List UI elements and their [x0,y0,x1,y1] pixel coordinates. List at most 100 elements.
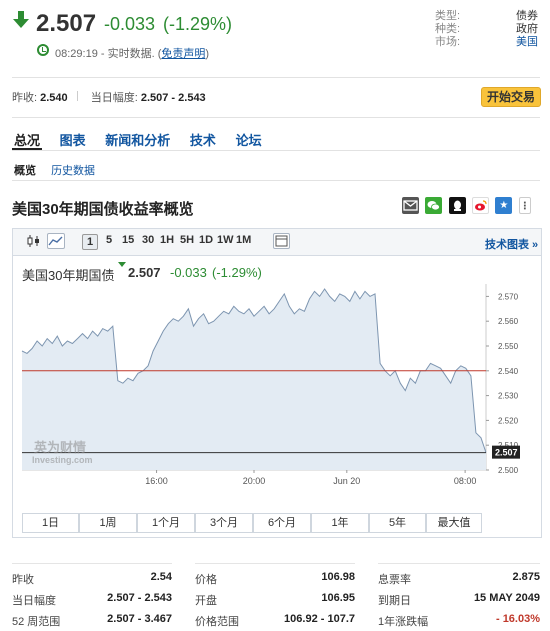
quote-time: 08:29:19 [55,48,98,60]
x-tick-label: 16:00 [145,476,168,486]
x-tick-label: 20:00 [243,476,266,486]
quote-change-percent: (-1.29%) [163,14,233,34]
range-selector: 1日 1周 1个月 3个月 6个月 1年 5年 最大值 [22,513,482,533]
range-5y[interactable]: 5年 [369,513,426,533]
tab-forum[interactable]: 论坛 [236,130,262,149]
interval-1w[interactable]: 1W [217,234,234,246]
stat-label: 当日幅度 [12,595,56,607]
stat-label: 1年涨跌幅 [378,616,429,628]
qq-icon[interactable] [448,197,466,214]
price-chart[interactable]: 2.5702.5602.5502.5402.5302.5202.5102.500… [20,280,538,490]
stat-value: - 16.03% [495,613,540,625]
quote-time-close: ) [205,48,210,60]
chart-last-price: 2.507 [128,265,161,280]
watermark-en: Investing.com [32,455,93,465]
stat-label: 昨收 [12,574,34,586]
advanced-chart-link[interactable]: 技术图表 » [485,236,538,252]
interval-1m[interactable]: 1M [236,234,251,246]
interval-1h[interactable]: 1H [160,234,174,246]
x-tick-label: 08:00 [454,476,477,486]
range-1y[interactable]: 1年 [311,513,369,533]
range-1d[interactable]: 1日 [22,513,79,533]
meta-market-label: 市场: [435,36,461,48]
stat-label: 开盘 [195,595,217,607]
x-tick-label: Jun 20 [333,476,360,486]
subtab-overview[interactable]: 概览 [14,162,36,178]
quote-change: -0.033 [104,14,156,34]
disclaimer-link[interactable]: 免责声明 [161,48,205,60]
stat-value: 106.95 [321,592,355,604]
stats-divider [12,563,172,564]
tab-overview[interactable]: 总况 [14,130,40,149]
stat-value: 2.507 - 3.467 [107,613,172,625]
range-3m[interactable]: 3个月 [195,513,253,533]
y-tick-label: 2.540 [498,367,519,376]
start-trading-button[interactable]: 开始交易 [481,87,541,107]
tab-news-analysis[interactable]: 新闻和分析 [105,130,170,149]
section-title: 美国30年期国债收益率概览 [12,201,194,218]
y-tick-label: 2.520 [498,416,519,425]
more-options-icon[interactable]: ⋮ [518,197,531,214]
stat-label: 52 周范围 [12,616,61,628]
divider [12,77,540,78]
interval-1d[interactable]: 1D [199,234,213,246]
stat-label: 息票率 [378,574,411,586]
stats-divider [195,563,355,564]
interval-15[interactable]: 15 [122,234,134,246]
stat-value: 106.98 [321,571,355,583]
tab-technical[interactable]: 技术 [190,130,216,149]
divider [12,180,540,181]
stat-value: 2.507 - 2.543 [107,592,172,604]
line-chart-icon[interactable] [47,233,65,249]
range-max[interactable]: 最大值 [426,513,482,533]
candlestick-icon[interactable] [26,233,42,249]
stat-label: 到期日 [378,595,411,607]
email-icon[interactable] [402,197,419,214]
chart-change: -0.033 [170,265,207,280]
chart-settings-icon[interactable] [273,233,290,249]
stat-value: 106.92 - 107.7 [284,613,355,625]
prev-close-row: 昨收: 2.540 当日幅度: 2.507 - 2.543 [12,89,206,105]
prev-close-label: 昨收: [12,92,38,104]
stat-label: 价格范围 [195,616,239,628]
stat-value: 15 MAY 2049 [473,592,540,604]
stat-value: 2.54 [150,571,172,583]
clock-icon [37,44,49,56]
stat-label: 价格 [195,574,217,586]
y-tick-label: 2.570 [498,292,519,301]
prev-close-value: 2.540 [40,92,68,104]
range-1w[interactable]: 1周 [79,513,137,533]
sub-tabs: 概览 历史数据 [14,162,107,178]
meta-market-link[interactable]: 美国 [516,33,538,49]
watermark-cn: 英为财情 [33,440,86,456]
weibo-icon[interactable] [472,197,490,214]
y-tick-label: 2.550 [498,342,519,351]
down-arrow-icon [13,11,29,28]
y-tick-label: 2.500 [498,466,519,475]
last-price-label: 2.507 [495,448,518,458]
y-tick-label: 2.530 [498,392,519,401]
range-1m[interactable]: 1个月 [137,513,195,533]
range-6m[interactable]: 6个月 [253,513,311,533]
down-triangle-icon [118,262,126,267]
interval-1[interactable]: 1 [82,234,99,250]
y-tick-label: 2.560 [498,317,519,326]
divider [12,117,540,118]
quote-time-note: - 实时数据. ( [100,48,162,60]
wechat-icon[interactable] [425,197,443,214]
interval-5h[interactable]: 5H [180,234,194,246]
day-range-label: 当日幅度: [90,92,138,104]
quote-time-line: 08:29:19 - 实时数据. (免责声明) [55,45,209,61]
day-range-value: 2.507 - 2.543 [140,92,206,104]
share-icons: ★ ⋮ [402,197,534,214]
stats-divider [378,563,540,564]
stat-value: 2.875 [512,571,540,583]
tab-charts[interactable]: 图表 [60,130,86,149]
main-tabs: 总况 图表 新闻和分析 技术 论坛 [14,130,278,149]
interval-30[interactable]: 30 [142,234,154,246]
quote-last-price: 2.507 [36,10,97,37]
subtab-historical-data[interactable]: 历史数据 [51,162,95,178]
chart-change-percent: (-1.29%) [212,265,262,280]
star-icon[interactable]: ★ [495,197,513,214]
interval-5[interactable]: 5 [106,234,112,246]
